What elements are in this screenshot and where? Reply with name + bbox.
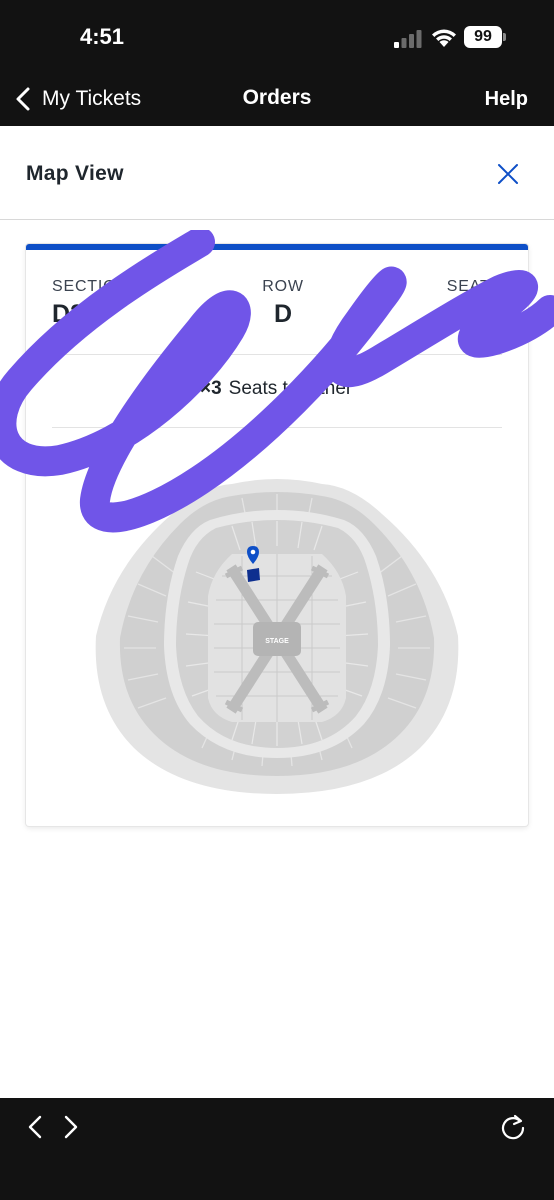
ticket-card: SECTIO D2 ROW D SEATS 1 ×3 Seats togethe… xyxy=(26,244,528,826)
signal-icon xyxy=(394,30,422,48)
chevron-left-icon xyxy=(16,87,30,111)
seats-label: SEATS xyxy=(446,278,502,295)
battery-level: 99 xyxy=(464,26,502,48)
reload-icon[interactable] xyxy=(498,1112,528,1142)
row-label: ROW xyxy=(262,278,304,295)
back-button[interactable]: My Tickets xyxy=(14,84,141,114)
seats-value: 1 xyxy=(488,300,502,328)
forward-arrow-icon[interactable] xyxy=(60,1114,82,1140)
selected-section xyxy=(247,568,260,582)
modal-header: Map View xyxy=(0,126,554,220)
together-count: ×3 xyxy=(200,378,222,399)
divider xyxy=(52,427,502,428)
card-accent xyxy=(26,244,528,250)
back-label: My Tickets xyxy=(42,87,142,110)
seats-together: ×3 Seats together xyxy=(176,378,352,400)
close-icon[interactable] xyxy=(494,160,522,188)
row-info: ROW D xyxy=(261,278,305,329)
wifi-icon xyxy=(432,29,456,47)
venue-map[interactable]: STAGE xyxy=(92,476,462,796)
help-link[interactable]: Help xyxy=(485,88,528,111)
bottom-toolbar xyxy=(0,1098,554,1200)
section-info: SECTIO D2 xyxy=(52,278,116,329)
modal-title: Map View xyxy=(26,162,124,185)
status-bar: 4:51 99 xyxy=(0,0,554,76)
row-value: D xyxy=(273,300,293,328)
seats-info: SEATS 1 xyxy=(447,278,502,329)
divider xyxy=(52,354,502,355)
seat-icon xyxy=(177,383,193,396)
battery-icon: 99 xyxy=(464,26,506,48)
section-label: SECTIO xyxy=(52,278,117,295)
together-text: Seats together xyxy=(228,378,353,399)
nav-bar: My Tickets Orders Help xyxy=(0,76,554,126)
status-time: 4:51 xyxy=(80,24,125,49)
section-value: D2 xyxy=(52,300,84,328)
stage-label: STAGE xyxy=(265,638,289,645)
back-arrow-icon[interactable] xyxy=(24,1114,46,1140)
